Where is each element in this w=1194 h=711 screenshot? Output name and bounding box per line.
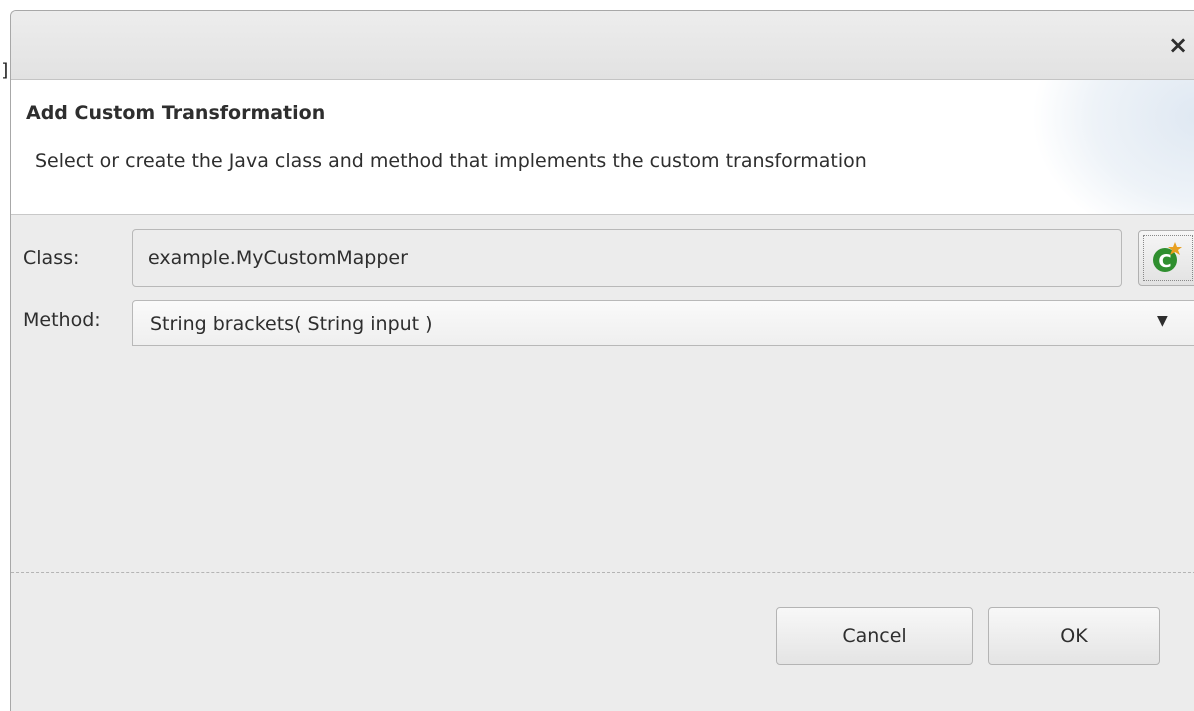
ok-button[interactable]: OK — [988, 607, 1160, 665]
class-label: Class: — [23, 247, 80, 269]
header-decoration — [1031, 80, 1194, 214]
chevron-down-icon: ▼ — [1157, 313, 1168, 329]
svg-text:C: C — [1158, 251, 1171, 272]
class-input[interactable] — [132, 229, 1122, 287]
dialog-separator — [11, 572, 1194, 573]
new-class-icon: C — [1153, 242, 1182, 272]
method-selected-value: String brackets( String input ) — [150, 313, 433, 335]
add-custom-transformation-dialog: × Add Custom Transformation Select or cr… — [10, 10, 1194, 711]
cancel-button[interactable]: Cancel — [776, 607, 973, 665]
method-select[interactable]: String brackets( String input ) ▼ — [132, 300, 1194, 346]
close-button[interactable]: × — [1166, 31, 1190, 59]
page-title: Add Custom Transformation — [26, 102, 326, 124]
dialog-titlebar: × — [11, 11, 1194, 80]
close-icon: × — [1167, 31, 1189, 59]
method-label: Method: — [23, 309, 101, 331]
dialog-header: Add Custom Transformation Select or crea… — [11, 80, 1194, 215]
create-class-button[interactable]: C — [1138, 230, 1194, 286]
page-description: Select or create the Java class and meth… — [35, 150, 867, 172]
